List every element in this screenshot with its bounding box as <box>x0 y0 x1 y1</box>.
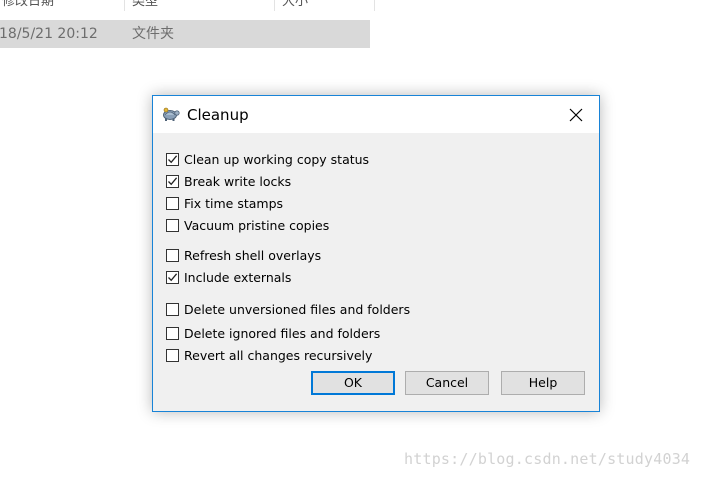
close-icon <box>569 108 583 121</box>
option-break-write-locks[interactable]: Break write locks <box>166 173 291 189</box>
column-header-type[interactable]: 类型 <box>130 0 158 11</box>
checkbox[interactable] <box>166 174 179 188</box>
dialog-titlebar[interactable]: Cleanup <box>153 96 599 133</box>
column-header-date[interactable]: 修改日期 <box>0 0 54 11</box>
tortoise-icon <box>162 106 180 122</box>
column-header-size[interactable]: 大小 <box>280 0 308 11</box>
column-divider[interactable] <box>274 0 275 11</box>
option-label: Refresh shell overlays <box>184 247 322 263</box>
checkbox[interactable] <box>166 302 179 316</box>
option-label: Delete ignored files and folders <box>184 325 381 341</box>
row-type: 文件夹 <box>132 26 174 42</box>
checkmark-icon <box>168 154 178 163</box>
checkmark-icon <box>168 176 178 185</box>
checkbox[interactable] <box>166 152 179 166</box>
dialog-title: Cleanup <box>187 106 249 124</box>
option-label: Revert all changes recursively <box>184 347 373 363</box>
option-revert-all[interactable]: Revert all changes recursively <box>166 347 372 363</box>
checkbox[interactable] <box>166 348 179 362</box>
option-refresh-overlays[interactable]: Refresh shell overlays <box>166 247 321 263</box>
checkbox[interactable] <box>166 270 179 284</box>
option-label: Vacuum pristine copies <box>184 217 330 233</box>
option-vacuum-pristine[interactable]: Vacuum pristine copies <box>166 217 329 233</box>
help-button[interactable]: Help <box>501 371 585 395</box>
watermark-text: https://blog.csdn.net/study4034 <box>404 450 691 468</box>
checkbox[interactable] <box>166 218 179 232</box>
ok-button[interactable]: OK <box>311 371 395 395</box>
cleanup-dialog: Cleanup Clean up working copy status Bre… <box>152 95 600 412</box>
row-date: 18/5/21 20:12 <box>0 26 98 42</box>
explorer-column-headers: 修改日期 类型 大小 <box>0 0 375 11</box>
option-label: Include externals <box>184 269 292 285</box>
checkbox[interactable] <box>166 196 179 210</box>
option-fix-time-stamps[interactable]: Fix time stamps <box>166 195 283 211</box>
option-label: Clean up working copy status <box>184 151 370 167</box>
column-divider[interactable] <box>374 0 375 11</box>
close-button[interactable] <box>553 96 599 133</box>
option-label: Delete unversioned files and folders <box>184 301 411 317</box>
file-list-row[interactable]: 18/5/21 20:12 文件夹 <box>0 20 370 48</box>
option-delete-ignored[interactable]: Delete ignored files and folders <box>166 325 380 341</box>
option-include-externals[interactable]: Include externals <box>166 269 291 285</box>
cancel-button[interactable]: Cancel <box>405 371 489 395</box>
option-delete-unversioned[interactable]: Delete unversioned files and folders <box>166 301 410 317</box>
column-divider[interactable] <box>124 0 125 11</box>
checkmark-icon <box>168 272 178 281</box>
option-label: Fix time stamps <box>184 195 284 211</box>
checkbox[interactable] <box>166 248 179 262</box>
checkbox[interactable] <box>166 326 179 340</box>
option-label: Break write locks <box>184 173 292 189</box>
option-cleanup-wc-status[interactable]: Clean up working copy status <box>166 151 369 167</box>
